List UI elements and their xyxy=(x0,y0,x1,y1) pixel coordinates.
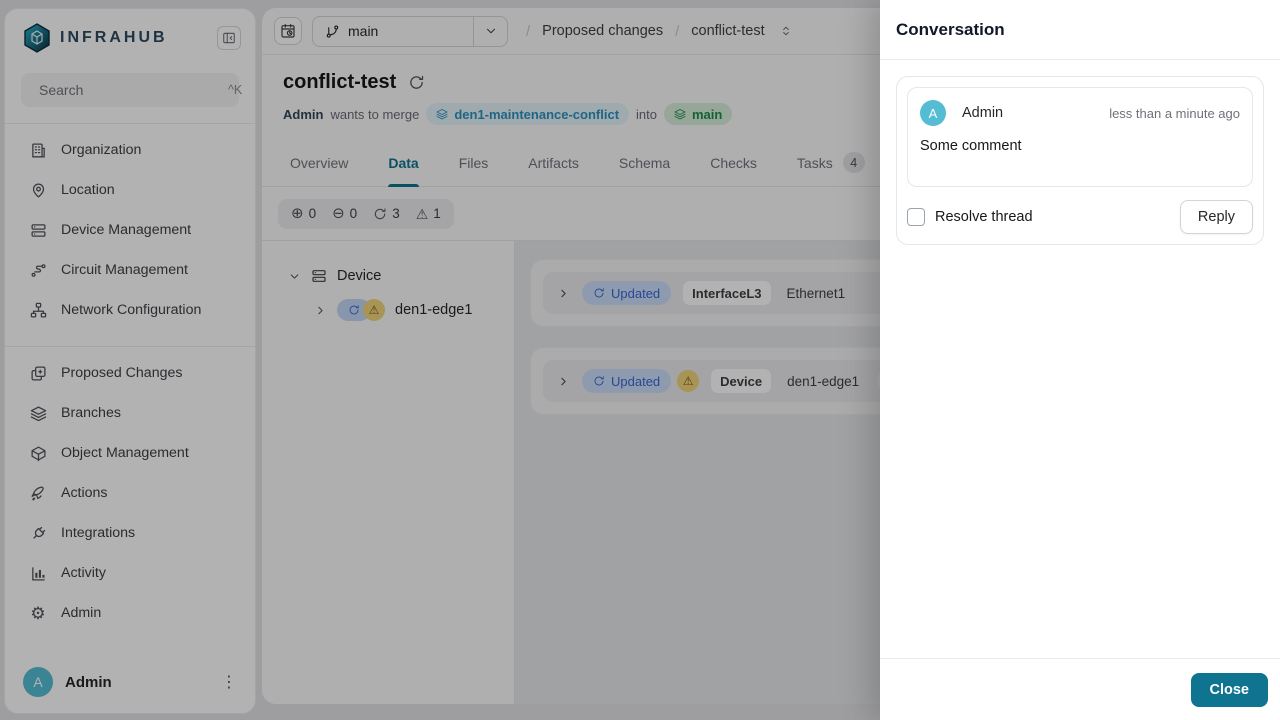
thread-card: A Admin less than a minute ago Some comm… xyxy=(896,76,1264,245)
drawer-header: Conversation xyxy=(880,0,1280,60)
avatar: A xyxy=(920,100,946,126)
comment-author: Admin xyxy=(962,105,1004,121)
drawer-body: A Admin less than a minute ago Some comm… xyxy=(880,60,1280,658)
resolve-thread-checkbox[interactable] xyxy=(907,208,925,226)
conversation-drawer: Conversation A Admin less than a minute … xyxy=(880,0,1280,720)
thread-actions: Resolve thread Reply xyxy=(907,200,1253,234)
comment-timestamp: less than a minute ago xyxy=(1109,105,1240,121)
reply-button[interactable]: Reply xyxy=(1179,200,1253,234)
resolve-thread-label: Resolve thread xyxy=(935,209,1033,225)
close-button[interactable]: Close xyxy=(1190,672,1268,707)
drawer-footer: Close xyxy=(880,658,1280,720)
drawer-title: Conversation xyxy=(896,19,1005,39)
comment-body: Some comment xyxy=(920,138,1022,154)
comment-card: A Admin less than a minute ago Some comm… xyxy=(907,87,1253,187)
